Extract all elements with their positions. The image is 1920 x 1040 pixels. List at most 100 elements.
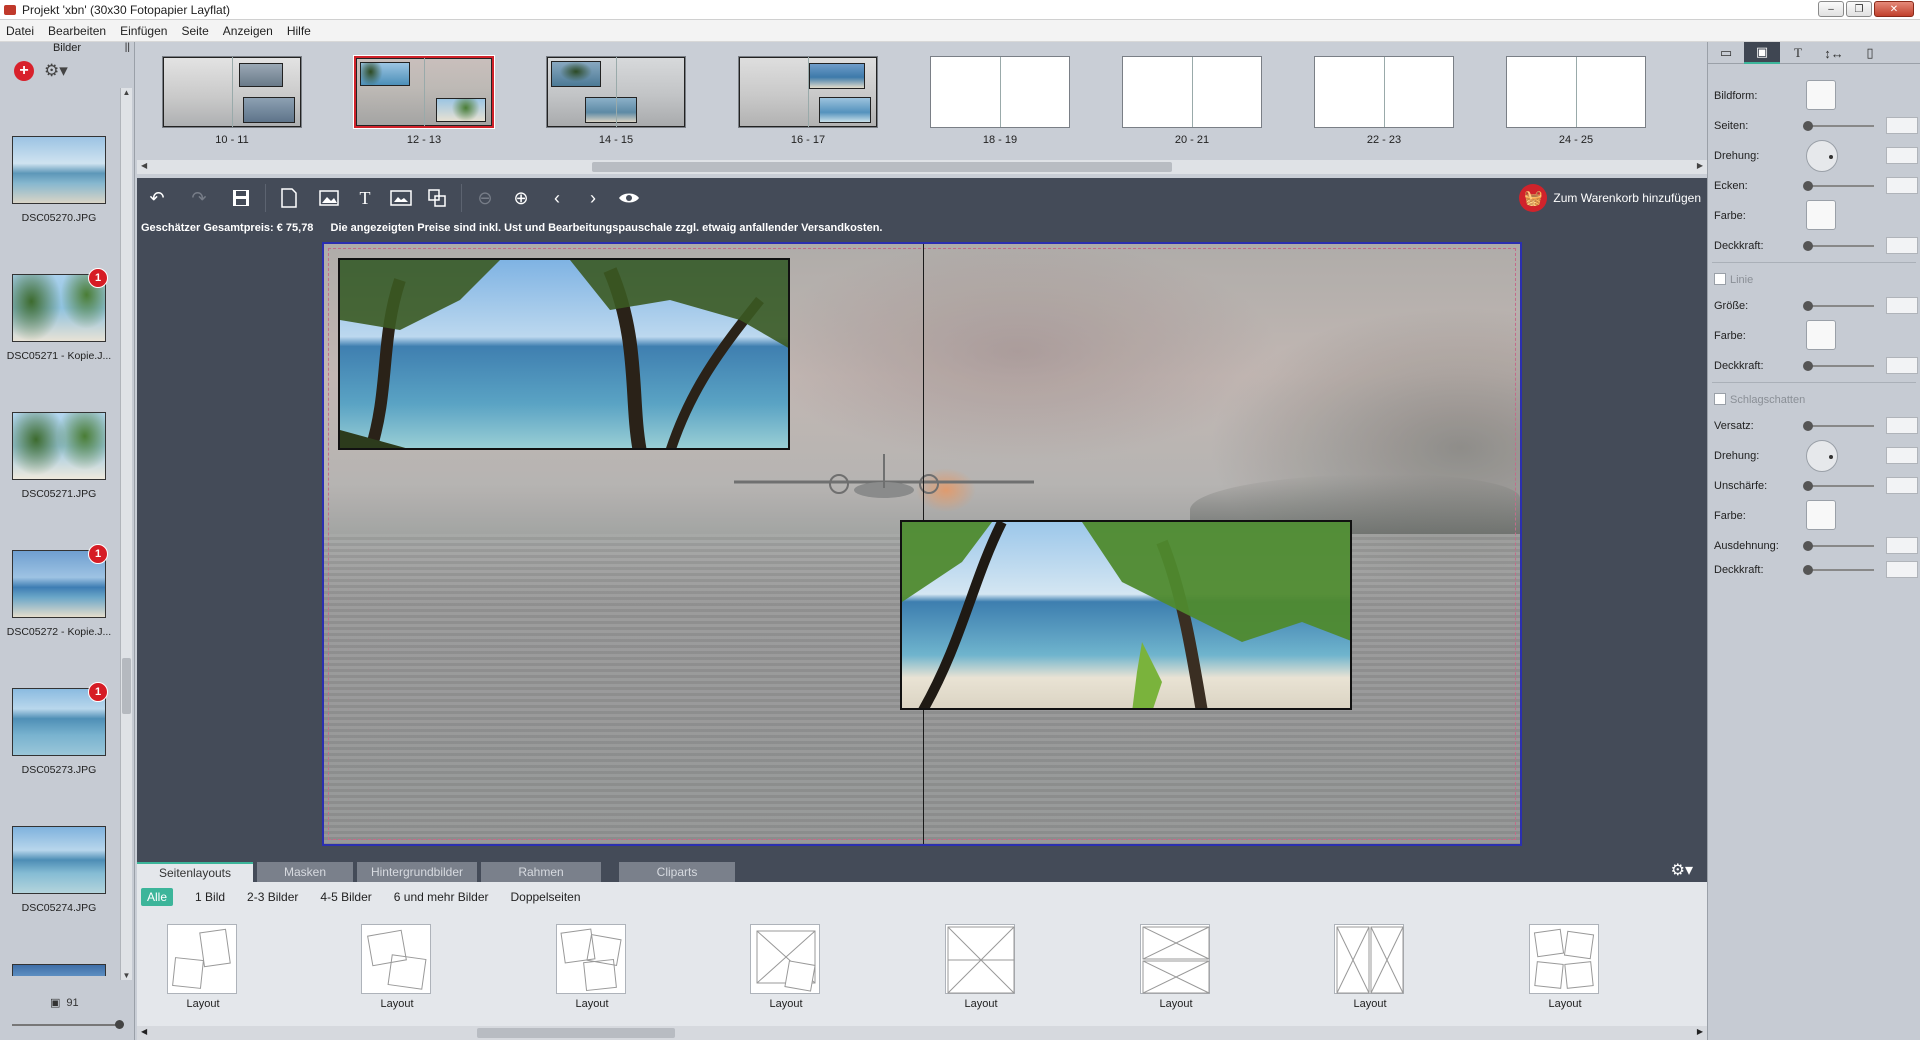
maximize-button[interactable]: ❐: [1846, 1, 1872, 17]
tab-cliparts[interactable]: Cliparts: [619, 862, 735, 882]
layout-item[interactable]: Layout: [1527, 924, 1599, 1010]
rotation-dial[interactable]: [1806, 440, 1838, 472]
layout-item[interactable]: Layout: [359, 924, 431, 1010]
chevron-right-icon[interactable]: ›: [577, 183, 609, 213]
image-thumb[interactable]: DSC05271.JPG: [0, 412, 122, 530]
groesse-input[interactable]: [1886, 297, 1918, 314]
image-thumb[interactable]: 1 DSC05272 - Kopie.J...: [0, 544, 122, 668]
image-thumb[interactable]: [0, 964, 122, 976]
background-icon[interactable]: [385, 183, 417, 213]
undo-icon[interactable]: ↶: [141, 183, 173, 213]
photo-frame-right[interactable]: [900, 520, 1352, 710]
page-thumb[interactable]: [1314, 56, 1454, 128]
ecken-input[interactable]: [1886, 177, 1918, 194]
slider-knob[interactable]: [1803, 421, 1813, 431]
slider-knob[interactable]: [1803, 241, 1813, 251]
tab-masken[interactable]: Masken: [257, 862, 353, 882]
deckkraft-input[interactable]: [1886, 237, 1918, 254]
page-thumb[interactable]: [1506, 56, 1646, 128]
close-button[interactable]: ✕: [1874, 1, 1914, 17]
image-list-scrollbar[interactable]: ▲ ▼: [120, 88, 132, 980]
deckkraft-slider[interactable]: [1803, 241, 1874, 251]
text-icon[interactable]: T: [1780, 42, 1816, 64]
scroll-left-icon[interactable]: ◀: [141, 161, 147, 170]
versatz-slider[interactable]: [1803, 421, 1874, 431]
menu-bearbeiten[interactable]: Bearbeiten: [48, 24, 106, 38]
page-thumb[interactable]: [930, 56, 1070, 128]
ausdehnung-slider[interactable]: [1803, 541, 1874, 551]
color-picker[interactable]: [1806, 500, 1836, 530]
filter-4-5-bilder[interactable]: 4-5 Bilder: [320, 890, 371, 904]
resize-icon[interactable]: ↕↔: [1816, 42, 1852, 64]
color-picker[interactable]: [1806, 320, 1836, 350]
tab-seitenlayouts[interactable]: Seitenlayouts: [137, 862, 253, 882]
scrollbar-thumb[interactable]: [592, 162, 1172, 172]
redo-icon[interactable]: ↷: [183, 183, 215, 213]
menu-anzeigen[interactable]: Anzeigen: [223, 24, 273, 38]
filter-2-3-bilder[interactable]: 2-3 Bilder: [247, 890, 298, 904]
minimize-button[interactable]: –: [1818, 1, 1844, 17]
image-thumb[interactable]: 1 DSC05273.JPG: [0, 682, 122, 806]
linie-checkbox[interactable]: [1714, 273, 1726, 285]
image-icon[interactable]: ▣: [1744, 42, 1780, 64]
page-thumb[interactable]: [162, 56, 302, 128]
filter-6-und-mehr[interactable]: 6 und mehr Bilder: [394, 890, 489, 904]
gear-icon[interactable]: ⚙▾: [44, 61, 68, 81]
text-icon[interactable]: T: [349, 183, 381, 213]
ecken-slider[interactable]: [1803, 181, 1874, 191]
scroll-right-icon[interactable]: ▶: [1697, 161, 1703, 170]
page-thumb[interactable]: [738, 56, 878, 128]
slider-knob[interactable]: [115, 1020, 124, 1029]
shape-picker[interactable]: [1806, 80, 1836, 110]
drehung-input[interactable]: [1886, 447, 1918, 464]
page-thumb[interactable]: [546, 56, 686, 128]
photo-frame-left[interactable]: [338, 258, 790, 450]
slider-knob[interactable]: [1803, 481, 1813, 491]
groesse-slider[interactable]: [1803, 301, 1874, 311]
deckkraft-input[interactable]: [1886, 357, 1918, 374]
thumbnail-size-slider[interactable]: [12, 1020, 124, 1029]
page-spread[interactable]: [322, 242, 1522, 846]
zoom-in-icon[interactable]: ⊕: [505, 183, 537, 213]
color-picker[interactable]: [1806, 200, 1836, 230]
menu-hilfe[interactable]: Hilfe: [287, 24, 311, 38]
image-thumb[interactable]: DSC05270.JPG: [0, 136, 122, 254]
slider-knob[interactable]: [1803, 301, 1813, 311]
swap-icon[interactable]: [421, 183, 453, 213]
menu-einfuegen[interactable]: Einfügen: [120, 24, 167, 38]
rotation-dial[interactable]: [1806, 140, 1838, 172]
layout-item[interactable]: Layout: [1138, 924, 1210, 1010]
unschaerfe-slider[interactable]: [1803, 481, 1874, 491]
layouts-scrollbar[interactable]: ◀ ▶: [137, 1026, 1707, 1040]
deckkraft-slider[interactable]: [1803, 361, 1874, 371]
versatz-input[interactable]: [1886, 417, 1918, 434]
collapse-panel-icon[interactable]: ||: [125, 42, 130, 53]
filter-1-bild[interactable]: 1 Bild: [195, 890, 225, 904]
add-to-cart-button[interactable]: 🧺 Zum Warenkorb hinzufügen: [1519, 184, 1701, 212]
unschaerfe-input[interactable]: [1886, 477, 1918, 494]
ausdehnung-input[interactable]: [1886, 537, 1918, 554]
menu-seite[interactable]: Seite: [181, 24, 208, 38]
filter-doppelseiten[interactable]: Doppelseiten: [510, 890, 580, 904]
frame-icon[interactable]: ▭: [1708, 42, 1744, 64]
scrollbar-thumb[interactable]: [477, 1028, 675, 1038]
slider-knob[interactable]: [1803, 565, 1813, 575]
save-icon[interactable]: [225, 183, 257, 213]
scroll-up-icon[interactable]: ▲: [121, 88, 132, 97]
scroll-down-icon[interactable]: ▼: [121, 971, 132, 980]
page-strip-scrollbar[interactable]: ◀ ▶: [137, 160, 1707, 174]
layout-item[interactable]: Layout: [943, 924, 1015, 1010]
seiten-input[interactable]: [1886, 117, 1918, 134]
layout-item[interactable]: Layout: [1332, 924, 1404, 1010]
layout-item[interactable]: Layout: [165, 924, 237, 1010]
seiten-slider[interactable]: [1803, 121, 1874, 131]
page-icon[interactable]: [273, 183, 305, 213]
page-thumb[interactable]: [1122, 56, 1262, 128]
menu-datei[interactable]: Datei: [6, 24, 34, 38]
slider-knob[interactable]: [1803, 541, 1813, 551]
image-icon[interactable]: [313, 183, 345, 213]
plus-icon[interactable]: +: [14, 61, 34, 81]
filter-alle[interactable]: Alle: [141, 888, 174, 906]
tab-hintergrundbilder[interactable]: Hintergrundbilder: [357, 862, 477, 882]
deckkraft-slider[interactable]: [1803, 565, 1874, 575]
